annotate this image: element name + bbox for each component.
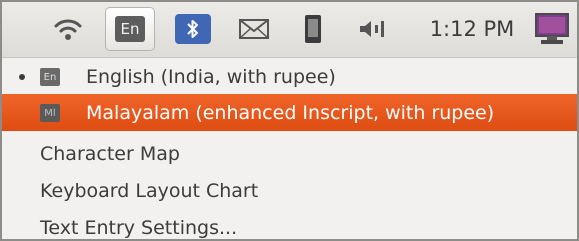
clock[interactable]: 1:12 PM	[422, 10, 522, 48]
wifi-icon[interactable]	[48, 10, 88, 48]
menu-item-keyboard-layout-chart[interactable]: Keyboard Layout Chart	[2, 173, 577, 209]
keyboard-language-icon: Ml	[40, 104, 60, 122]
menu-item-label: Keyboard Layout Chart	[40, 180, 259, 202]
menu-item-label: Malayalam (enhanced Inscript, with rupee…	[86, 101, 495, 124]
menu-item-english-india[interactable]: En English (India, with rupee)	[2, 59, 577, 95]
session-icon[interactable]	[530, 10, 574, 48]
menu-item-label: Text Entry Settings...	[40, 217, 238, 239]
menu-item-character-map[interactable]: Character Map	[2, 136, 577, 172]
menu-item-label: Character Map	[40, 143, 180, 165]
phone-icon[interactable]	[298, 10, 328, 48]
mail-icon[interactable]	[234, 10, 274, 48]
bluetooth-icon	[175, 14, 211, 44]
menu-item-label: English (India, with rupee)	[86, 66, 336, 88]
input-method-menu: En English (India, with rupee) Ml Malaya…	[2, 59, 577, 239]
menu-item-text-entry-settings[interactable]: Text Entry Settings...	[2, 210, 577, 239]
indicator-window: En 1:12 PM En English (India, with rupee…	[0, 0, 579, 241]
keyboard-layout-icon: En	[115, 16, 145, 42]
bluetooth-indicator[interactable]	[170, 10, 216, 48]
keyboard-layout-indicator[interactable]: En	[105, 7, 155, 51]
top-panel: En 1:12 PM	[2, 2, 577, 58]
keyboard-language-icon: En	[40, 68, 60, 86]
menu-item-malayalam[interactable]: Ml Malayalam (enhanced Inscript, with ru…	[2, 94, 577, 131]
selected-radio-indicator	[19, 74, 25, 80]
volume-icon[interactable]	[354, 10, 390, 48]
